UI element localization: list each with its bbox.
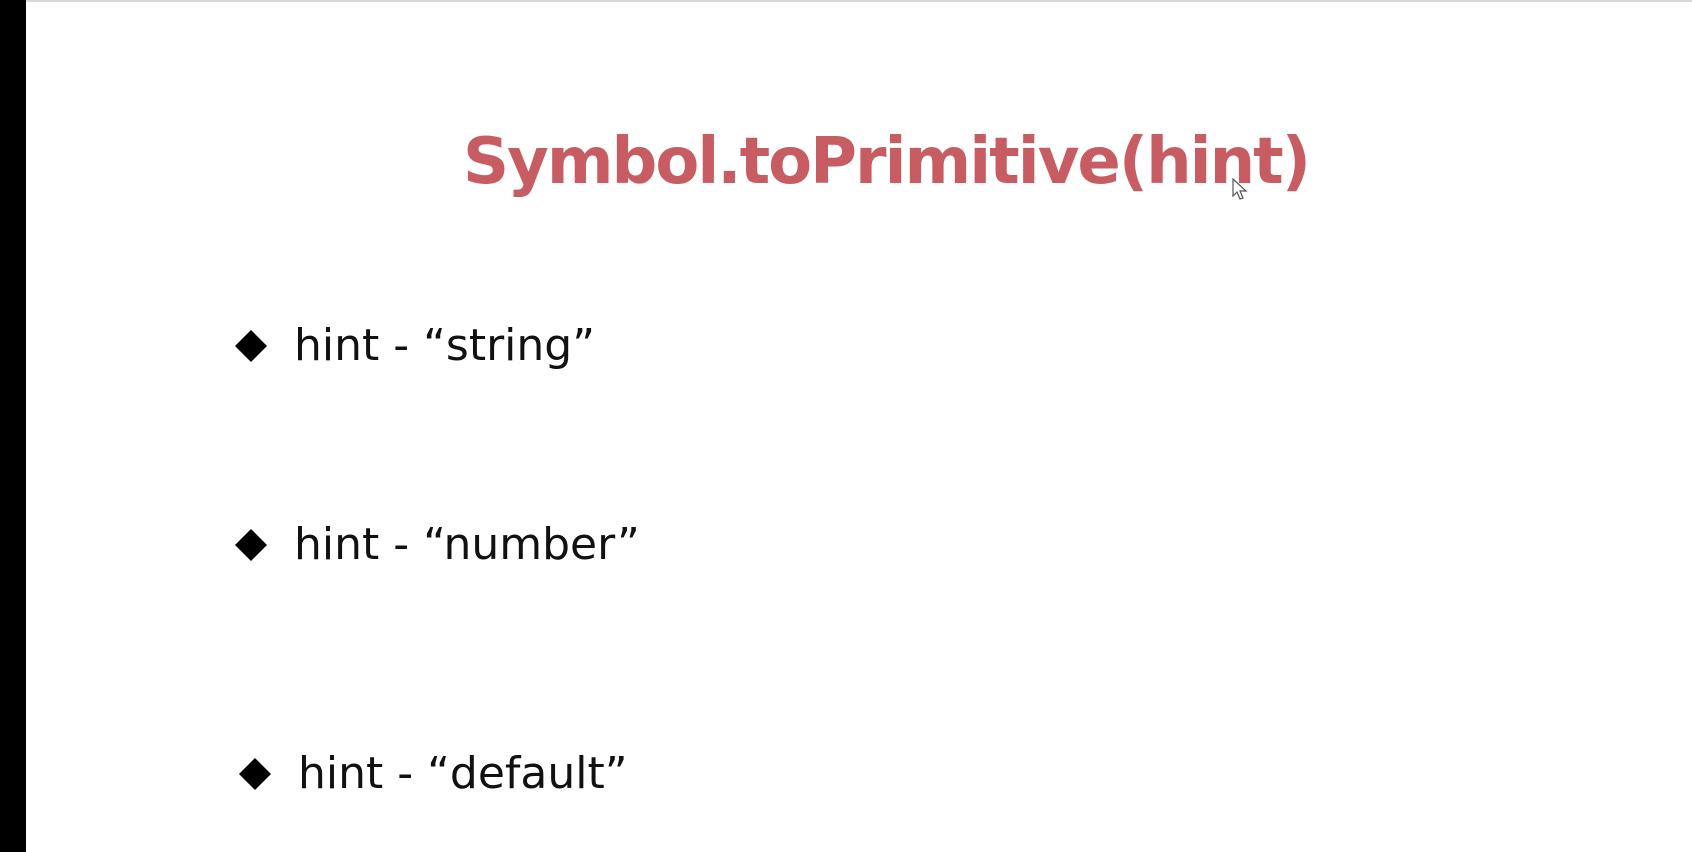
bullet-item-number: hint - “number”: [234, 515, 640, 575]
bullet-text: hint - “string”: [294, 320, 595, 371]
bullet-item-default: hint - “default”: [238, 744, 628, 804]
diamond-icon: [239, 758, 271, 790]
bullet-text: hint - “number”: [294, 519, 640, 570]
bullet-text: hint - “default”: [298, 748, 628, 799]
presentation-slide: Symbol.toPrimitive(hint) hint - “string”…: [26, 0, 1692, 852]
bullet-item-string: hint - “string”: [234, 316, 595, 376]
diamond-icon: [235, 330, 267, 362]
mouse-pointer-icon: [1232, 178, 1248, 200]
video-frame: Symbol.toPrimitive(hint) hint - “string”…: [0, 0, 1692, 852]
slide-title: Symbol.toPrimitive(hint): [463, 125, 1311, 199]
diamond-icon: [235, 529, 267, 561]
